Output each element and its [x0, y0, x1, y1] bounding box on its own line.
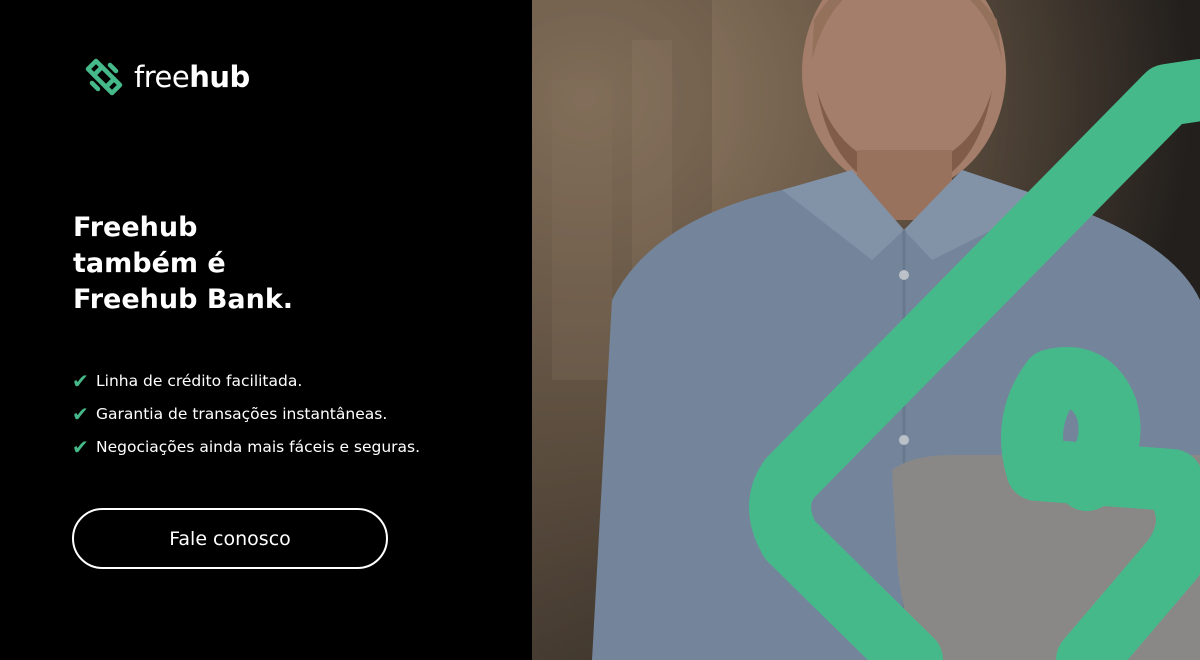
feature-text: Negociações ainda mais fáceis e seguras.: [96, 437, 421, 456]
feature-text: Linha de crédito facilitada.: [96, 371, 303, 390]
feature-text: Garantia de transações instantâneas.: [96, 404, 388, 423]
feature-list: ✔ Linha de crédito facilitada. ✔ Garanti…: [72, 364, 420, 463]
feature-item: ✔ Linha de crédito facilitada.: [72, 364, 420, 397]
headline-line-1: Freehub: [73, 212, 198, 243]
checkmark-icon: ✔: [72, 434, 89, 459]
feature-item: ✔ Negociações ainda mais fáceis e segura…: [72, 430, 420, 463]
checkmark-icon: ✔: [72, 368, 89, 393]
headline-line-2: também é: [73, 248, 226, 279]
headline-line-3: Freehub Bank.: [73, 284, 294, 315]
freehub-logo-icon: [85, 58, 123, 96]
freehub-logo[interactable]: freehub: [80, 52, 250, 102]
man-with-laptop-photo: [532, 0, 1200, 660]
photo-illustration: [532, 0, 1200, 660]
contact-us-button[interactable]: Fale conosco: [72, 508, 388, 569]
checkmark-icon: ✔: [72, 401, 89, 426]
left-panel: freehub Freehub também é Freehub Bank. ✔…: [0, 0, 532, 660]
headline: Freehub também é Freehub Bank.: [73, 210, 413, 318]
feature-item: ✔ Garantia de transações instantâneas.: [72, 397, 420, 430]
freehub-wordmark: freehub: [134, 59, 250, 94]
